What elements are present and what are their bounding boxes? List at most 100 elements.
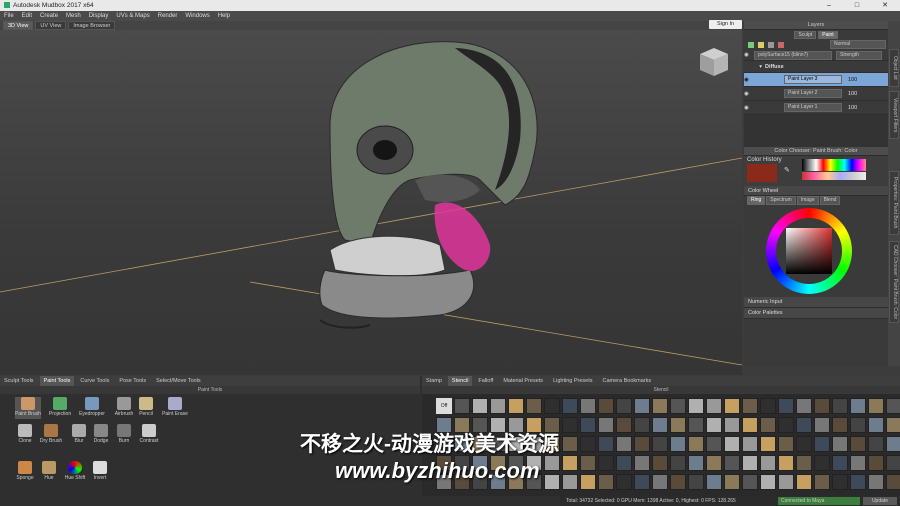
delete-icon[interactable] — [778, 41, 784, 48]
clone-tool[interactable]: Clone — [12, 424, 38, 446]
menu-edit[interactable]: Edit — [22, 11, 32, 21]
stencil-tile[interactable] — [850, 436, 866, 452]
stencil-tile[interactable] — [778, 436, 794, 452]
menu-help[interactable]: Help — [218, 11, 230, 21]
tab-paint-tools[interactable]: Paint Tools — [39, 376, 75, 386]
viewport-3d[interactable] — [0, 30, 743, 375]
stencil-tile[interactable] — [706, 455, 722, 471]
stencil-tile[interactable] — [814, 436, 830, 452]
color-history-swatches[interactable] — [802, 172, 866, 180]
tab-spectrum[interactable]: Spectrum — [766, 196, 796, 205]
stencil-tile[interactable] — [742, 436, 758, 452]
stencil-tile[interactable] — [454, 398, 470, 414]
stencil-tile[interactable] — [634, 455, 650, 471]
sponge-tool[interactable]: Sponge — [12, 461, 38, 483]
stencil-tile[interactable] — [526, 398, 542, 414]
stencil-tile[interactable] — [562, 474, 578, 490]
stencil-tile[interactable] — [868, 417, 884, 433]
stencil-tile[interactable] — [598, 436, 614, 452]
stencil-tile[interactable] — [778, 455, 794, 471]
stencil-tile[interactable] — [814, 417, 830, 433]
stencil-tile[interactable] — [850, 455, 866, 471]
stencil-tile[interactable] — [616, 398, 632, 414]
tab-image-browser[interactable]: Image Browser — [68, 21, 116, 30]
stencil-tile[interactable] — [580, 398, 596, 414]
stencil-tile[interactable] — [886, 398, 900, 414]
stencil-tile[interactable] — [634, 436, 650, 452]
stencil-tile[interactable] — [760, 436, 776, 452]
stencil-tile[interactable] — [490, 398, 506, 414]
tab-falloff[interactable]: Falloff — [474, 376, 497, 386]
stencil-tile[interactable] — [760, 417, 776, 433]
sign-in-button[interactable]: Sign In — [709, 20, 742, 29]
stencil-tile[interactable] — [652, 474, 668, 490]
stencil-tile[interactable] — [688, 474, 704, 490]
stencil-tile[interactable] — [868, 436, 884, 452]
hue-tool[interactable]: Hue — [36, 461, 62, 483]
stencil-tile[interactable] — [796, 474, 812, 490]
tab-uv-view[interactable]: UV View — [35, 21, 67, 30]
layer-opacity[interactable]: 100 — [848, 77, 857, 83]
color-wheel[interactable] — [744, 205, 888, 297]
stencil-tile[interactable] — [670, 436, 686, 452]
stencil-tile[interactable] — [814, 398, 830, 414]
tab-lighting-presets[interactable]: Lighting Presets — [549, 376, 596, 386]
stencil-tile[interactable] — [886, 474, 900, 490]
menu-file[interactable]: File — [4, 11, 14, 21]
stencil-tile[interactable] — [778, 417, 794, 433]
stencil-tile[interactable] — [652, 455, 668, 471]
stencil-tile[interactable] — [652, 398, 668, 414]
stencil-tile[interactable] — [598, 455, 614, 471]
stencil-tile[interactable] — [634, 398, 650, 414]
burn-tool[interactable]: Burn — [111, 424, 137, 446]
stencil-tile[interactable] — [814, 455, 830, 471]
stencil-tile[interactable] — [796, 455, 812, 471]
stencil-tile[interactable] — [706, 436, 722, 452]
stencil-tile[interactable] — [832, 398, 848, 414]
stencil-tile[interactable] — [688, 398, 704, 414]
layer-opacity[interactable]: 100 — [848, 105, 857, 111]
stencil-tile[interactable] — [760, 398, 776, 414]
tab-material-presets[interactable]: Material Presets — [499, 376, 547, 386]
minimize-icon[interactable]: – — [815, 0, 843, 11]
side-tab-properties[interactable]: Properties: Paint Brush — [889, 171, 899, 235]
eyedropper-tool[interactable]: Eyedropper — [79, 397, 105, 419]
stencil-tile[interactable] — [832, 455, 848, 471]
stencil-tile[interactable] — [670, 398, 686, 414]
menu-display[interactable]: Display — [89, 11, 109, 21]
eye-icon[interactable]: ◉ — [744, 77, 754, 83]
stencil-tile[interactable] — [724, 398, 740, 414]
tab-ring[interactable]: Ring — [747, 196, 766, 205]
stencil-tile[interactable] — [544, 398, 560, 414]
layer-opacity[interactable]: 100 — [848, 91, 857, 97]
stencil-tile[interactable] — [616, 474, 632, 490]
stencil-tile[interactable] — [886, 436, 900, 452]
side-tab-color-chooser[interactable]: CAD Chooser: Paint Brush: Color — [889, 241, 899, 323]
stencil-tile[interactable] — [886, 417, 900, 433]
color-palettes-label[interactable]: Color Palettes — [748, 310, 783, 316]
stencil-tile[interactable] — [580, 417, 596, 433]
eye-icon[interactable]: ◉ — [744, 91, 754, 97]
eye-icon[interactable]: ◉ — [744, 52, 754, 58]
stencil-tile[interactable] — [796, 417, 812, 433]
stencil-tile[interactable] — [850, 474, 866, 490]
stencil-tile[interactable] — [724, 474, 740, 490]
menu-mesh[interactable]: Mesh — [66, 11, 81, 21]
stencil-tile[interactable] — [742, 455, 758, 471]
stencil-tile[interactable] — [598, 398, 614, 414]
stencil-tile[interactable] — [724, 455, 740, 471]
stencil-tile[interactable] — [868, 398, 884, 414]
update-button[interactable]: Update — [863, 497, 897, 505]
stencil-tile[interactable] — [472, 398, 488, 414]
stencil-tile[interactable] — [742, 398, 758, 414]
stencil-tile[interactable] — [616, 417, 632, 433]
side-tab-viewport-filters[interactable]: Viewport Filters — [889, 91, 899, 139]
stencil-tile[interactable] — [580, 436, 596, 452]
expand-icon[interactable]: ▾ — [744, 64, 762, 70]
stencil-tile[interactable] — [760, 474, 776, 490]
stencil-tile[interactable] — [634, 417, 650, 433]
stencil-tile[interactable] — [508, 398, 524, 414]
stencil-tile[interactable] — [742, 474, 758, 490]
side-tab-object-list[interactable]: Object List — [889, 49, 899, 87]
stencil-tile[interactable] — [580, 474, 596, 490]
